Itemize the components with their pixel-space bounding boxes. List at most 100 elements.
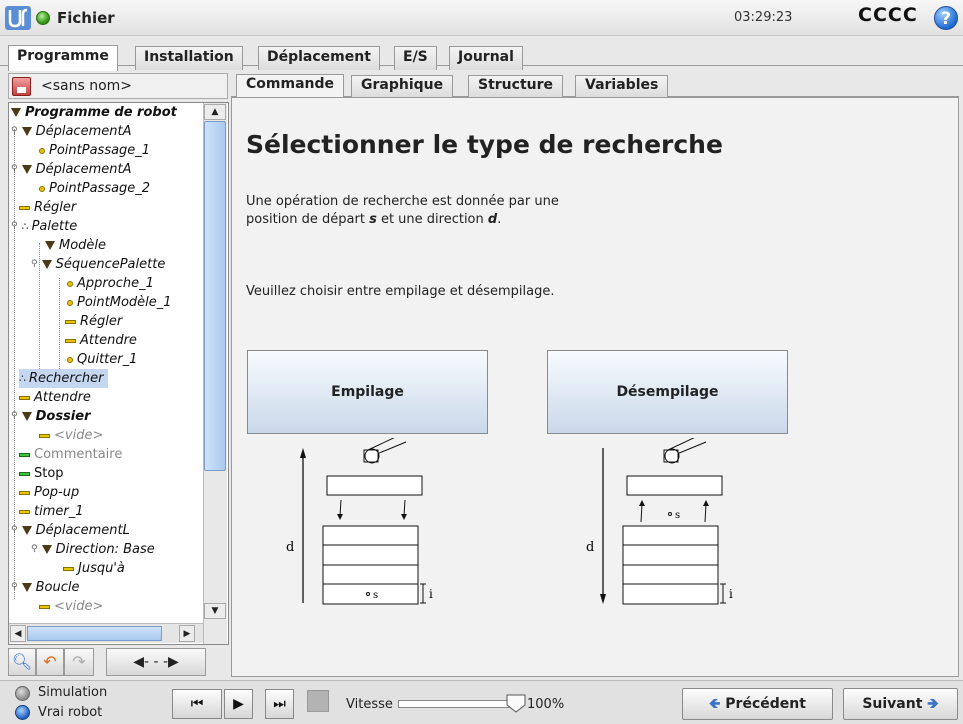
folder-triangle-icon (21, 412, 32, 421)
tree-item[interactable]: Stop (19, 464, 64, 483)
destacking-button[interactable]: Désempilage (547, 350, 788, 434)
undo-icon[interactable]: ↶ (36, 648, 64, 676)
file-menu-button[interactable]: Fichier (36, 7, 115, 29)
waypoint-icon (39, 185, 45, 192)
waypoint-icon (67, 356, 73, 363)
svg-text:i: i (429, 587, 433, 601)
tree-item[interactable]: Approche_1 (67, 274, 154, 293)
pallet-icon: ∴ (21, 220, 29, 233)
scroll-right-icon[interactable]: ▶ (179, 625, 195, 642)
scrollbar-thumb[interactable] (27, 626, 162, 641)
tree-item[interactable]: Commentaire (19, 445, 122, 464)
speed-value: 100% (527, 697, 565, 712)
tree-item[interactable]: ⚲ Dossier (11, 407, 90, 426)
tree-horizontal-scrollbar[interactable]: ◀ ▶ (9, 623, 203, 643)
clock: 03:29:23 (734, 10, 793, 25)
simulation-radio[interactable] (15, 686, 30, 701)
tree-item[interactable]: Quitter_1 (67, 350, 137, 369)
bottom-bar: Simulation Vrai robot ⏮ ▶ ⏭ Vitesse 100%… (0, 680, 963, 724)
help-icon[interactable]: ? (934, 6, 958, 30)
stacking-button[interactable]: Empilage (247, 350, 488, 434)
program-tree[interactable]: Programme de robot ⚲ DéplacementA PointPa… (8, 102, 229, 645)
command-bar-icon (19, 471, 30, 476)
tree-item[interactable]: PointModèle_1 (67, 293, 172, 312)
tree-item[interactable]: Jusqu'à (63, 559, 125, 578)
instruction-text: Veuillez choisir entre empilage et désem… (246, 284, 555, 299)
tree-item[interactable]: Régler (19, 198, 76, 217)
description-line-1: Une opération de recherche est donnée pa… (246, 194, 559, 209)
tab-deplacement[interactable]: Déplacement (258, 46, 380, 70)
command-panel: Sélectionner le type de recherche Une op… (231, 97, 959, 677)
speed-slider[interactable] (398, 700, 510, 708)
scrollbar-thumb[interactable] (204, 121, 226, 471)
scroll-left-icon[interactable]: ◀ (10, 625, 26, 642)
folder-triangle-icon (21, 583, 32, 592)
sub-tabs: Commande Graphique Structure Variables (231, 73, 959, 98)
waypoint-icon (67, 299, 73, 306)
tree-item[interactable]: Modèle (45, 236, 106, 255)
tree-item[interactable]: ⚲ Direction: Base (31, 540, 155, 559)
tab-variables[interactable]: Variables (575, 75, 669, 97)
stop-icon[interactable] (307, 690, 329, 712)
tree-item-program[interactable]: Programme de robot (11, 103, 177, 122)
file-menu-label: Fichier (57, 9, 115, 27)
folder-triangle-icon (45, 241, 55, 250)
play-icon[interactable]: ▶ (224, 689, 253, 719)
search-icon[interactable]: 🔍︎ (8, 648, 36, 676)
robot-name: CCCC (858, 4, 918, 26)
tree-item[interactable]: ⚲ ∴ Palette (11, 217, 77, 236)
rewind-icon[interactable]: ⏮ (172, 689, 222, 719)
scroll-up-icon[interactable]: ▲ (204, 104, 226, 120)
tree-item[interactable]: PointPassage_1 (39, 141, 150, 160)
app-window: Fichier 03:29:23 CCCC ? Programme Instal… (0, 0, 963, 724)
tree-item[interactable]: ⚲ Boucle (11, 578, 79, 597)
command-bar-icon (19, 205, 30, 210)
tab-commande[interactable]: Commande (236, 74, 344, 98)
tree-item[interactable]: Attendre (65, 331, 137, 350)
waypoint-icon (39, 147, 45, 154)
tab-es[interactable]: E/S (394, 46, 437, 70)
svg-text:d: d (586, 540, 594, 555)
tab-installation[interactable]: Installation (135, 46, 243, 70)
search-pattern-icon: ∴ (19, 372, 26, 385)
previous-button[interactable]: 🡸︎ Précédent (682, 688, 833, 720)
tree-item[interactable]: PointPassage_2 (39, 179, 150, 198)
main-tabs: Programme Installation Déplacement E/S J… (0, 38, 963, 71)
tree-item[interactable]: ⚲ DéplacementA (11, 160, 131, 179)
tree-item-empty[interactable]: <vide> (39, 426, 103, 445)
page-title: Sélectionner le type de recherche (246, 130, 723, 159)
tree-item[interactable]: ⚲ DéplacementA (11, 122, 131, 141)
folder-triangle-icon (21, 526, 32, 535)
tree-item[interactable]: Pop-up (19, 483, 79, 502)
speed-slider-handle[interactable] (506, 693, 526, 713)
tree-item-empty[interactable]: <vide> (39, 597, 103, 611)
tree-line (59, 278, 60, 383)
tree-item[interactable]: Régler (65, 312, 122, 331)
tree-toolbar: 🔍︎ ↶ ↷ ◀- - -▶ (8, 648, 229, 677)
tree-item[interactable]: ⚲ SéquencePalette (31, 255, 165, 274)
description-line-2: position de départ s et une direction d. (246, 212, 502, 227)
tree-item-selected[interactable]: ∴ Rechercher (19, 369, 108, 388)
tree-item[interactable]: timer_1 (19, 502, 84, 521)
move-node-icon[interactable]: ◀- - -▶ (106, 648, 206, 676)
tab-graphique[interactable]: Graphique (351, 75, 454, 97)
program-filename: <sans nom> (41, 78, 133, 94)
waypoint-icon (67, 280, 73, 287)
tab-journal[interactable]: Journal (449, 46, 523, 70)
svg-text:d: d (286, 540, 294, 555)
real-robot-label: Vrai robot (38, 705, 103, 720)
scroll-down-icon[interactable]: ▼ (204, 603, 226, 619)
redo-icon[interactable]: ↷ (64, 648, 94, 676)
tree-item[interactable]: Attendre (19, 388, 91, 407)
save-icon[interactable] (12, 77, 31, 96)
next-button[interactable]: Suivant 🡺︎ (843, 688, 958, 720)
tab-structure[interactable]: Structure (468, 75, 564, 97)
tab-programme[interactable]: Programme (8, 45, 118, 71)
tree-item[interactable]: ⚲ DéplacementL (11, 521, 130, 540)
real-robot-radio[interactable] (15, 705, 30, 720)
step-icon[interactable]: ⏭ (265, 689, 294, 719)
folder-triangle-icon (11, 108, 21, 117)
destacking-diagram: d s i (586, 438, 733, 605)
command-bar-icon (19, 509, 30, 514)
svg-text:s: s (675, 510, 680, 521)
